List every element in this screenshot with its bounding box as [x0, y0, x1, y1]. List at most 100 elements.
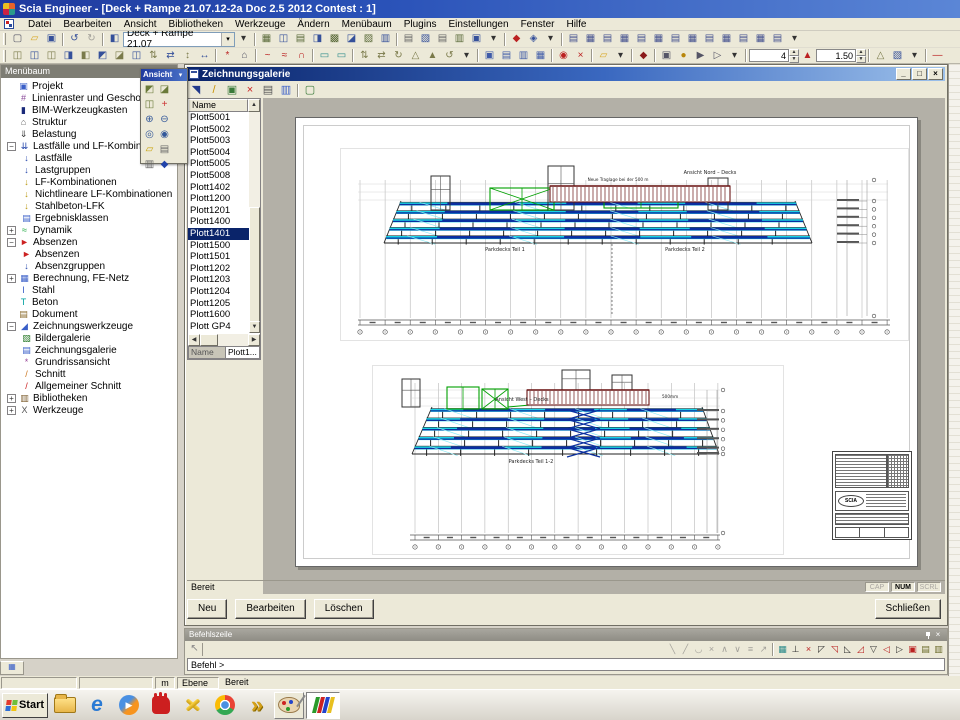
snap-node-icon[interactable]: ◁ — [880, 643, 893, 656]
menu-tree-tab[interactable]: ▦ — [0, 661, 24, 675]
snap-grid-icon[interactable]: ▦ — [776, 643, 789, 656]
snap-tangent-icon[interactable]: ▽ — [867, 643, 880, 656]
quick-launch-folder-icon[interactable] — [50, 692, 80, 719]
snap-arc-icon[interactable]: ◡ — [692, 643, 705, 656]
diamond-icon[interactable]: ◆ — [635, 49, 652, 63]
tree-item-ergebnisklassen[interactable]: ▤Ergebnisklassen — [1, 212, 177, 224]
delete-button[interactable]: Löschen — [314, 599, 374, 619]
help-group-dropdown[interactable]: ▾ — [542, 32, 559, 46]
scroll-right-icon[interactable]: ▶ — [248, 334, 260, 346]
window-view-5-icon[interactable]: ▤ — [701, 32, 718, 46]
layout-icon[interactable]: ◧ — [106, 32, 123, 46]
snap-perp-icon[interactable]: ◿ — [854, 643, 867, 656]
menu-item-einstellungen[interactable]: Einstellungen — [443, 18, 515, 31]
snap-diag-icon[interactable]: ╱ — [679, 643, 692, 656]
folder-icon[interactable]: ▱ — [595, 49, 612, 63]
expand-icon[interactable]: + — [7, 274, 16, 283]
plot-list-item[interactable]: Plott1401 — [188, 228, 249, 240]
collapse-icon[interactable]: − — [7, 142, 16, 151]
tree-item-bibliotheken[interactable]: +▥Bibliotheken — [1, 392, 177, 404]
snap-plane-icon[interactable]: ▥ — [932, 643, 945, 656]
plot-list-item[interactable]: Plott1400 — [188, 216, 249, 228]
rib-icon[interactable]: ◨ — [60, 49, 77, 63]
window-view-1-icon[interactable]: ▤ — [633, 32, 650, 46]
collapse-icon[interactable]: − — [7, 238, 16, 247]
window-view-4-icon[interactable]: ▦ — [684, 32, 701, 46]
toolbar-grip[interactable] — [3, 33, 6, 45]
scroll-down-icon[interactable]: ▼ — [249, 321, 260, 333]
delete-icon[interactable]: ◉ — [555, 49, 572, 63]
scale-icon[interactable]: ▲ — [424, 49, 441, 63]
member-1d-icon[interactable]: ◫ — [9, 49, 26, 63]
save-icon[interactable]: ▣ — [43, 32, 60, 46]
plot-list-item[interactable]: Plott1202 — [188, 263, 249, 275]
expand-icon[interactable]: + — [7, 406, 16, 415]
snap-point-icon[interactable]: ▣ — [906, 643, 919, 656]
project-combobox[interactable]: Deck + Rampe 21.07▾ — [123, 32, 235, 47]
user-block-3-icon[interactable]: ▥ — [515, 49, 532, 63]
snap-endpoint-icon[interactable]: ◸ — [815, 643, 828, 656]
plot-list-item[interactable]: Plott5005 — [188, 158, 249, 170]
plane-cell[interactable]: Ebene XY — [177, 677, 219, 689]
close-icon[interactable]: × — [933, 630, 943, 640]
plot-list-item[interactable]: Plott1201 — [188, 205, 249, 217]
hinge-icon[interactable]: ▭ — [316, 49, 333, 63]
document-icon[interactable]: ▩ — [326, 32, 343, 46]
save-view-icon[interactable]: ▣ — [658, 49, 675, 63]
gallery-icon[interactable]: ▨ — [360, 32, 377, 46]
collapse-icon[interactable]: − — [7, 322, 16, 331]
command-input[interactable]: Befehl > — [187, 658, 945, 671]
activity-icon[interactable]: ▲ — [799, 49, 816, 63]
chrome-icon[interactable] — [210, 692, 240, 719]
layer-icon[interactable]: △ — [872, 49, 889, 63]
cursor-mode-icon[interactable]: ↖ — [187, 643, 203, 656]
scale-field[interactable]: 4 — [749, 49, 789, 62]
edit-button[interactable]: Bearbeiten — [235, 599, 305, 619]
scrollbar-thumb[interactable] — [249, 207, 260, 322]
close-button[interactable]: Schließen — [875, 599, 941, 619]
clipboard-picture-icon[interactable]: ▣ — [468, 32, 485, 46]
tools-keys-icon[interactable] — [178, 692, 208, 719]
subregion-icon[interactable]: ⇄ — [162, 49, 179, 63]
menu-item-fenster[interactable]: Fenster — [515, 18, 561, 31]
tree-item-grundrissansicht[interactable]: *Grundrissansicht — [1, 356, 177, 368]
menu-item-ansicht[interactable]: Ansicht — [118, 18, 163, 31]
cut-icon[interactable]: × — [572, 49, 589, 63]
menu-item-bearbeiten[interactable]: Bearbeiten — [57, 18, 117, 31]
ansicht-toolbar-title[interactable]: Ansicht▾ — [141, 69, 187, 81]
vertical-scrollbar[interactable] — [249, 112, 260, 333]
pin-icon[interactable] — [923, 630, 933, 640]
arc-icon[interactable]: ≈ — [276, 49, 293, 63]
window-view-2-icon[interactable]: ▦ — [650, 32, 667, 46]
calculation-icon[interactable]: ◫ — [275, 32, 292, 46]
start-button[interactable]: Start — [2, 693, 48, 718]
spinner-buttons[interactable]: ▲▼ — [789, 49, 799, 62]
close-window-icon[interactable]: ▦ — [616, 32, 633, 46]
snap-off-icon[interactable]: × — [802, 643, 815, 656]
snap-ortho-icon[interactable]: ⊥ — [789, 643, 802, 656]
camera-2-icon[interactable]: ▷ — [709, 49, 726, 63]
plot-list-item[interactable]: Plott1500 — [188, 240, 249, 252]
tree-item-zeichnungswerkzeuge[interactable]: −◢Zeichnungswerkzeuge — [1, 320, 177, 332]
filter-input[interactable]: Plott1... — [226, 346, 260, 359]
print-drawing-icon[interactable]: ▤ — [259, 83, 277, 98]
tree-item-bildergalerie[interactable]: ▧Bildergalerie — [1, 332, 177, 344]
tree-item-werkzeuge[interactable]: +XWerkzeuge — [1, 404, 177, 416]
insert-to-document-icon[interactable]: ◥ — [187, 83, 205, 98]
results-icon[interactable]: ▤ — [292, 32, 309, 46]
help-icon[interactable]: ◆ — [508, 32, 525, 46]
plot-list-item[interactable]: Plott1600 — [188, 309, 249, 321]
tree-item-absenzen[interactable]: −►Absenzen — [1, 236, 177, 248]
combo-extra-dropdown[interactable]: ▾ — [235, 32, 252, 46]
gallery-folder-icon[interactable]: ▱ — [142, 142, 157, 157]
folder-dropdown[interactable]: ▾ — [612, 49, 629, 63]
toolbar-grip[interactable] — [3, 50, 6, 62]
snap-dir-icon[interactable]: ↗ — [757, 643, 770, 656]
view-z-icon[interactable]: ◫ — [142, 97, 157, 112]
tree-item-absenzen[interactable]: ►Absenzen — [1, 248, 177, 260]
edit-drawing-icon[interactable]: / — [205, 83, 223, 98]
open-icon[interactable]: ▱ — [26, 32, 43, 46]
snap-list-icon[interactable]: ≡ — [744, 643, 757, 656]
plot-list-item[interactable]: Plott1204 — [188, 286, 249, 298]
tree-item-nichtlineare-lf-kombinationen[interactable]: ↓Nichtlineare LF-Kombinationen — [1, 188, 177, 200]
